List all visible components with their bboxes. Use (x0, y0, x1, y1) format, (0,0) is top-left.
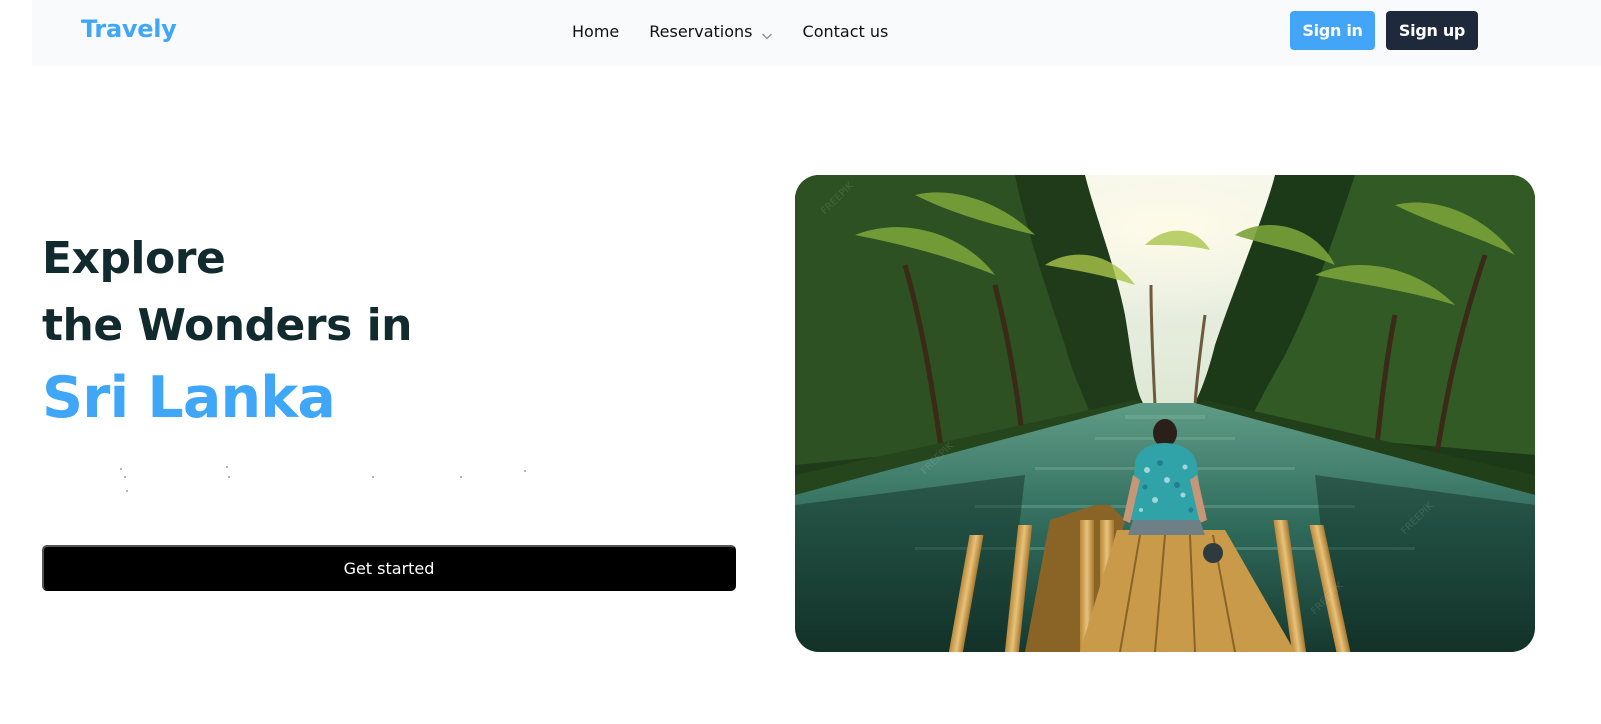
sign-in-button[interactable]: Sign in (1290, 11, 1375, 50)
hero-heading: Explore the Wonders in Sri Lanka (42, 228, 413, 434)
hero-line-wonders: the Wonders in (42, 300, 413, 351)
navbar: Travely Home Reservations Contact us Sig… (32, 0, 1601, 66)
sign-up-button[interactable]: Sign up (1386, 11, 1478, 50)
nav-link-contact[interactable]: Contact us (803, 22, 889, 41)
nav-link-label: Reservations (649, 21, 753, 41)
brand-logo[interactable]: Travely (81, 15, 177, 43)
chevron-down-icon (761, 26, 773, 40)
nav-link-reservations[interactable]: Reservations (649, 22, 772, 41)
get-started-button[interactable]: Get started (42, 545, 736, 591)
hero-line-explore: Explore (42, 233, 226, 284)
hero-description-remnant (42, 462, 542, 502)
hero-line-destination: Sri Lanka (42, 365, 336, 431)
hero-photo: FREEPIK FREEPIK FREEPIK FREEPIK (795, 175, 1535, 652)
nav-link-label: Contact us (802, 21, 889, 41)
nav-links: Home Reservations Contact us (572, 0, 888, 62)
nav-link-home[interactable]: Home (572, 22, 619, 41)
nav-link-label: Home (572, 21, 620, 41)
